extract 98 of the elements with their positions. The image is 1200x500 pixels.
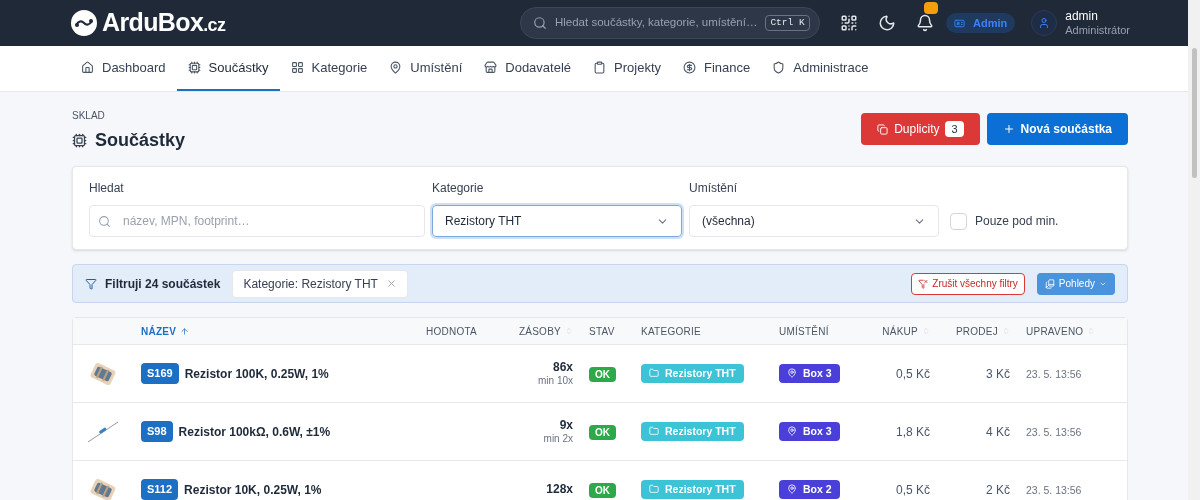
select-field[interactable]: Rezistory THT — [432, 205, 682, 237]
search-icon — [532, 16, 547, 30]
store-icon — [484, 61, 498, 74]
column-header[interactable]: ZÁSOBY — [518, 323, 573, 339]
folder-icon — [649, 426, 659, 437]
sale-price: 2 Kč — [986, 482, 1010, 497]
shield-icon — [772, 61, 786, 74]
books-icon — [1044, 278, 1055, 289]
column-header: KATEGORIE — [641, 324, 701, 339]
part-code-badge[interactable]: S98 — [141, 421, 173, 442]
page-title: Součástky — [95, 129, 186, 152]
status-badge: OK — [589, 482, 616, 498]
map-pin-icon — [787, 368, 797, 379]
checkbox-label: Pouze pod min. — [975, 213, 1059, 230]
select-field[interactable]: (všechna) — [689, 205, 939, 237]
qr-code-icon[interactable] — [839, 14, 858, 32]
sale-price: 3 Kč — [986, 366, 1010, 381]
folder-icon — [649, 484, 659, 495]
chip-icon — [187, 61, 201, 74]
stock-minimum: min 10x — [538, 374, 573, 388]
part-name[interactable]: Rezistor 100kΩ, 0.6W, ±1% — [178, 422, 331, 441]
dark-mode-icon[interactable] — [877, 14, 896, 32]
clipboard-icon — [593, 61, 607, 74]
page-overline: SKLAD — [72, 109, 106, 123]
purchase-price: 0,5 Kč — [895, 482, 930, 497]
logo-text[interactable]: ArduBox.cz — [102, 4, 226, 42]
filter-chip[interactable]: Kategorie: Rezistory THT — [232, 269, 408, 298]
checkbox[interactable] — [950, 212, 967, 230]
filter-off-icon — [918, 278, 929, 289]
status-badge: OK — [589, 366, 616, 382]
search-icon — [98, 214, 111, 228]
user-icon — [1038, 17, 1051, 29]
id-card-icon — [953, 17, 965, 29]
select-label: Kategorie — [432, 180, 485, 197]
stock-count: 9x — [559, 417, 573, 433]
part-code-badge[interactable]: S112 — [141, 479, 179, 500]
search-placeholder: název, MPN, footprint… — [123, 213, 250, 230]
updated-date: 23. 5. 13:56 — [1026, 367, 1082, 380]
purchase-price: 1,8 Kč — [895, 424, 930, 439]
user-role: Administrátor — [1065, 23, 1130, 38]
duplicates-count: 3 — [945, 120, 964, 138]
user-avatar[interactable] — [1031, 10, 1058, 36]
grid-icon — [290, 61, 304, 74]
stock-count: 86x — [552, 359, 573, 375]
column-header: HODNOTA — [426, 324, 477, 339]
nav-tab[interactable]: Dodavatelé — [473, 46, 583, 91]
new-part-button[interactable]: Nová součástka — [986, 113, 1128, 145]
nav-tab[interactable]: Finance — [672, 46, 762, 91]
map-pin-icon — [787, 426, 797, 437]
plus-icon — [1002, 123, 1015, 135]
location-badge[interactable]: Box 3 — [779, 421, 840, 442]
sort-ascending-icon — [180, 326, 190, 336]
column-header: UMÍSTĚNÍ — [779, 324, 829, 339]
location-badge[interactable]: Box 2 — [779, 479, 840, 500]
map-pin-icon — [389, 61, 403, 74]
map-pin-icon — [787, 484, 797, 495]
stock-minimum: min 2x — [543, 432, 573, 446]
status-badge: OK — [589, 424, 616, 440]
logo-icon — [70, 9, 98, 37]
column-header[interactable]: NÁKUP — [882, 323, 930, 339]
nav-tab[interactable]: Kategorie — [279, 46, 379, 91]
column-header: STAV — [589, 324, 615, 339]
notifications-icon[interactable] — [915, 14, 934, 32]
close-icon[interactable] — [385, 278, 397, 289]
column-header[interactable]: UPRAVENO — [1026, 323, 1096, 339]
search-placeholder: Hledat součástky, kategorie, umístění… — [554, 15, 758, 31]
nav-tab[interactable]: Součástky — [176, 46, 280, 91]
clear-filters-button[interactable]: Zrušit všechny filtry — [911, 272, 1025, 295]
stock-count: 128x — [546, 482, 573, 497]
admin-role-badge: Admin — [945, 12, 1016, 34]
home-icon — [81, 61, 94, 74]
folder-icon — [649, 368, 659, 379]
filter-summary: Filtruji 24 součástek — [105, 275, 221, 293]
filter-icon — [85, 277, 97, 290]
column-header[interactable]: PRODEJ — [955, 323, 1010, 339]
select-label: Umístění — [689, 180, 738, 197]
dollar-coin-icon — [683, 61, 696, 74]
user-name: admin — [1065, 8, 1099, 24]
updated-date: 23. 5. 13:56 — [1026, 483, 1082, 496]
copy-icon — [877, 123, 889, 135]
duplicates-button[interactable]: Duplicity 3 — [861, 113, 980, 145]
nav-tab[interactable]: Dashboard — [70, 46, 177, 91]
part-code-badge[interactable]: S169 — [141, 363, 179, 384]
location-badge[interactable]: Box 3 — [779, 363, 840, 384]
shortcut-key: Ctrl K — [765, 14, 810, 32]
nav-tab[interactable]: Umístění — [378, 46, 474, 91]
scrollbar[interactable] — [1188, 0, 1200, 500]
purchase-price: 0,5 Kč — [895, 366, 930, 381]
sale-price: 4 Kč — [986, 424, 1010, 439]
search-label: Hledat — [89, 180, 125, 197]
part-name[interactable]: Rezistor 100K, 0.25W, 1% — [184, 364, 329, 383]
part-name[interactable]: Rezistor 10K, 0.25W, 1% — [184, 480, 322, 499]
nav-tab[interactable]: Projekty — [582, 46, 672, 91]
chip-icon — [72, 133, 87, 148]
global-search-field[interactable]: Hledat součástky, kategorie, umístění… Ctrl K — [519, 7, 820, 39]
column-header[interactable]: NÁZEV — [141, 323, 190, 339]
updated-date: 23. 5. 13:56 — [1026, 425, 1082, 438]
nav-tab[interactable]: Administrace — [761, 46, 880, 91]
